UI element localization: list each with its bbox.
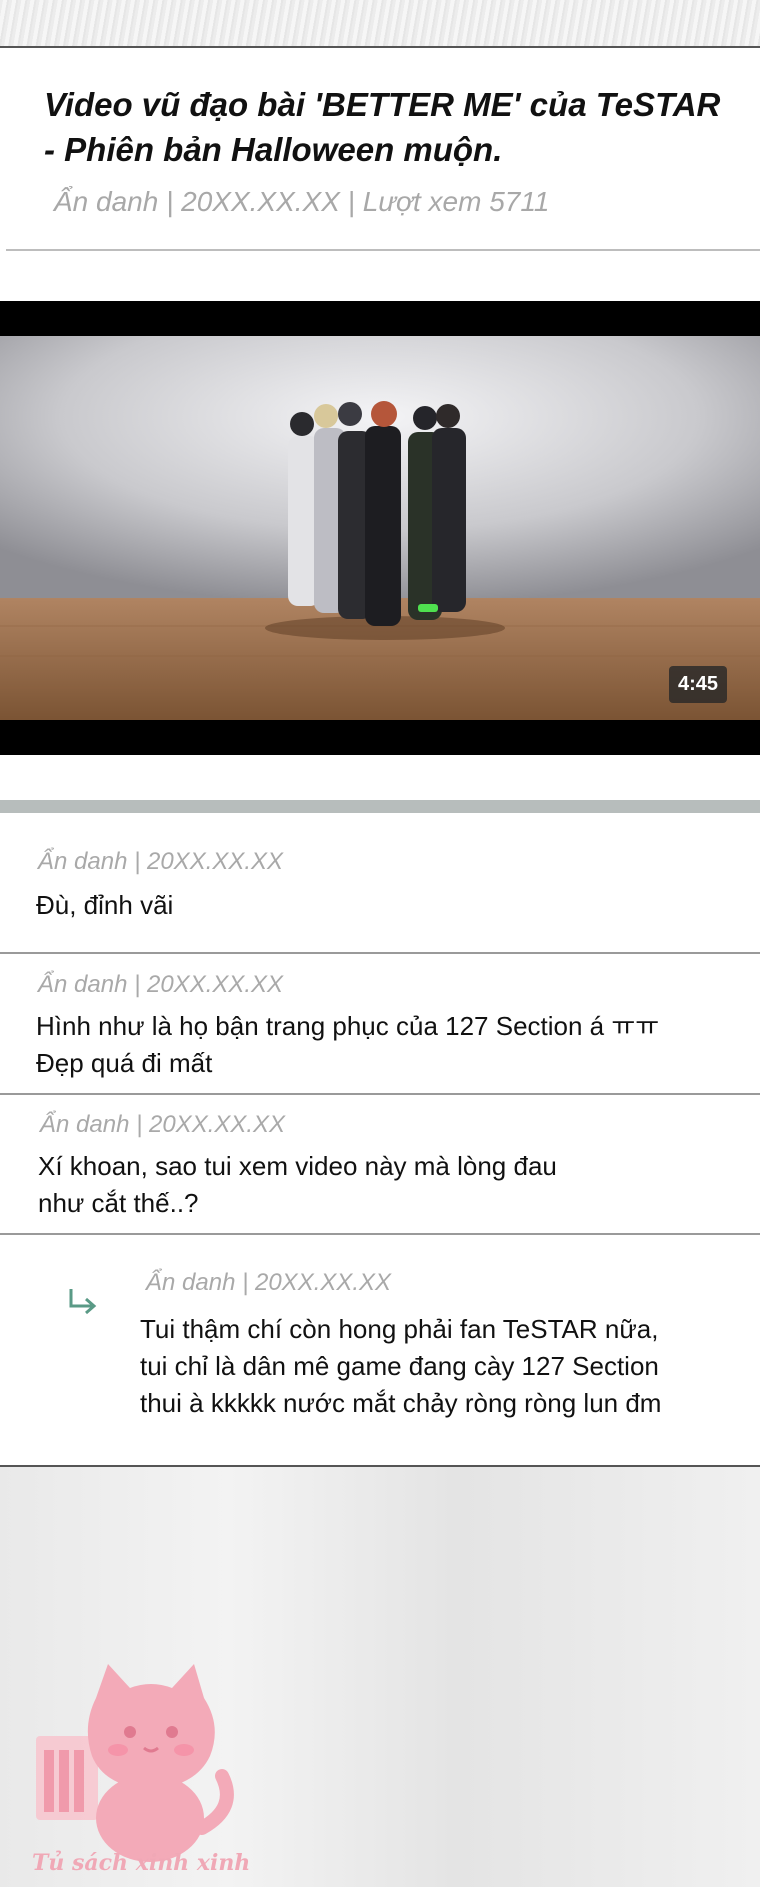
video-player[interactable]: 4:45 — [0, 301, 760, 755]
comment-divider — [0, 1093, 760, 1095]
header-divider — [6, 249, 760, 251]
comment-meta: Ẩn danh | 20XX.XX.XX — [38, 848, 284, 875]
comment-text-line: như cắt thế..? — [38, 1188, 199, 1218]
section-divider-bar — [0, 800, 760, 813]
watermark-text: Tủ sách xinh xinh — [32, 1850, 251, 1876]
comment-text: Đù, đỉnh vãi — [36, 890, 174, 920]
post-panel: Video vũ đạo bài 'BETTER ME' của TeSTAR … — [0, 46, 760, 1467]
dance-stage-image — [0, 336, 760, 720]
post-title: Video vũ đạo bài 'BETTER ME' của TeSTAR … — [44, 86, 721, 168]
reply-text-line: Tui thậm chí còn hong phải fan TeSTAR nữ… — [140, 1314, 659, 1344]
reply-meta: Ẩn danh | 20XX.XX.XX — [146, 1269, 392, 1296]
comment-text-line: Hình như là họ bận trang phục của 127 Se… — [36, 1011, 660, 1041]
reply-text-line: thui à kkkkk nước mắt chảy ròng ròng lun… — [140, 1388, 662, 1418]
comment-divider — [0, 952, 760, 954]
comment-meta: Ẩn danh | 20XX.XX.XX — [38, 971, 284, 998]
video-thumbnail[interactable] — [0, 336, 760, 720]
video-duration-badge: 4:45 — [668, 666, 727, 703]
comment-divider — [0, 1233, 760, 1235]
comment-meta: Ẩn danh | 20XX.XX.XX — [40, 1111, 286, 1138]
reply-arrow-icon — [69, 1289, 97, 1315]
reply-text-line: tui chỉ là dân mê game đang cày 127 Sect… — [140, 1351, 659, 1381]
background-texture-top — [0, 0, 760, 46]
comment-text-line: Xí khoan, sao tui xem video này mà lòng … — [38, 1151, 557, 1181]
post-meta: Ẩn danh | 20XX.XX.XX | Lượt xem 5711 — [54, 186, 550, 217]
dancers-group — [288, 401, 466, 626]
comment-text-line: Đẹp quá đi mất — [36, 1048, 213, 1078]
